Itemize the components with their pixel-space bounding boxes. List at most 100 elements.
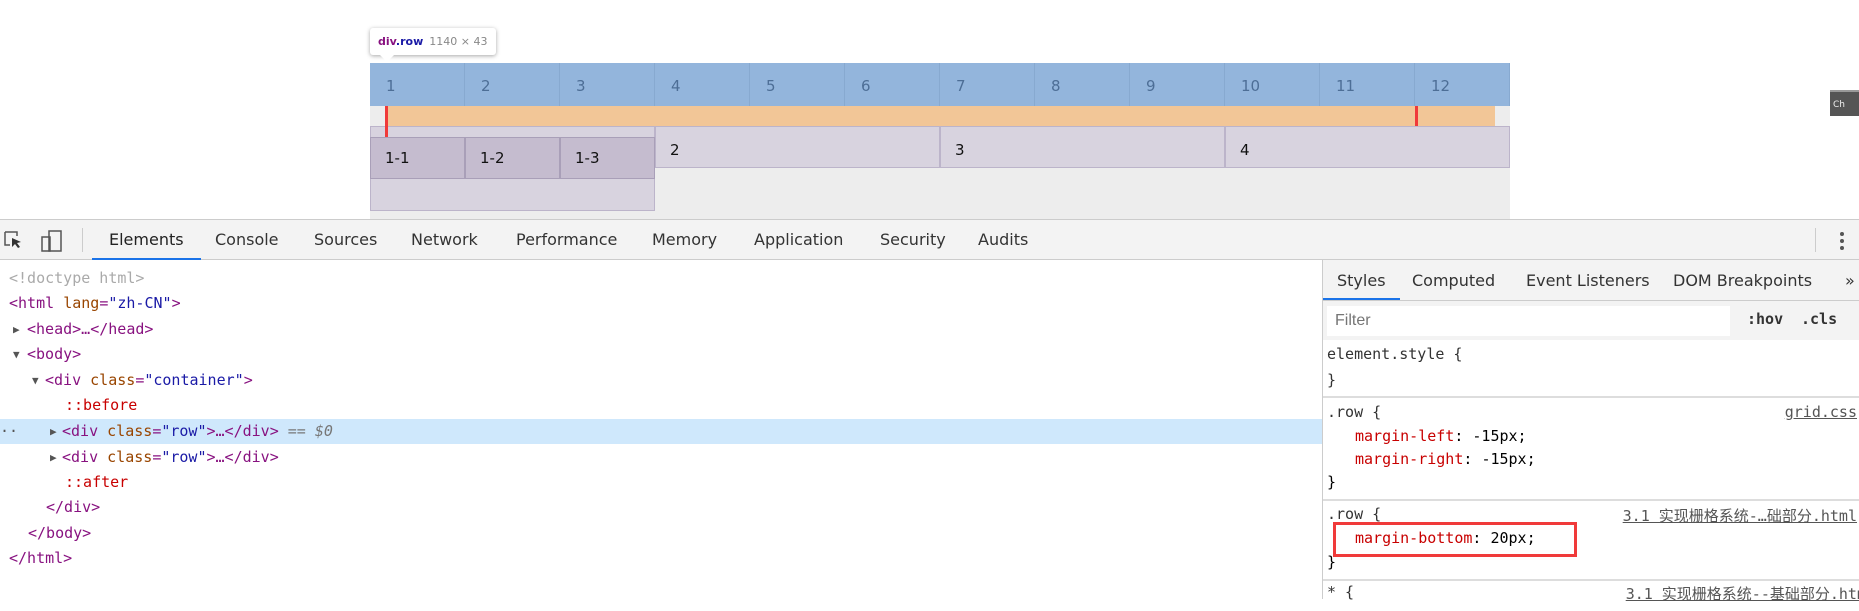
class-toggle[interactable]: .cls xyxy=(1801,310,1837,328)
dom-line-row[interactable]: ▶ <div class="row">…</div> xyxy=(0,445,1322,470)
property-name[interactable]: margin-right xyxy=(1355,450,1463,468)
styles-filter-input[interactable] xyxy=(1327,306,1730,336)
tab-security[interactable]: Security xyxy=(863,220,963,260)
attr-value: "container" xyxy=(144,371,244,389)
tab-event-listeners[interactable]: Event Listeners xyxy=(1512,260,1664,302)
collapse-triangle-icon[interactable]: ▼ xyxy=(32,368,39,393)
device-toolbar-icon[interactable] xyxy=(40,230,64,252)
tab-application[interactable]: Application xyxy=(737,220,860,260)
attr: class xyxy=(90,371,136,389)
grid-column-4: 4 xyxy=(655,63,750,106)
pseudo-element: ::before xyxy=(65,396,138,414)
elements-dom-tree: <!doctype html> <html lang="zh-CN"> ▶ <he… xyxy=(0,260,1322,599)
selector: .row { xyxy=(1327,403,1382,421)
grid-column-5: 5 xyxy=(750,63,845,106)
attr-value: "row" xyxy=(161,422,207,440)
dom-line-after[interactable]: ::after xyxy=(0,470,1322,495)
expand-triangle-icon[interactable]: ▶ xyxy=(50,419,57,444)
grid-column-6: 6 xyxy=(845,63,940,106)
attr: class xyxy=(107,448,153,466)
tag: </body> xyxy=(28,524,92,542)
attr: class xyxy=(107,422,153,440)
source-link[interactable]: grid.css xyxy=(1785,403,1857,421)
expand-triangle-icon[interactable]: ▶ xyxy=(13,317,20,342)
tab-elements[interactable]: Elements xyxy=(92,220,201,260)
sidebar-tabs: Styles Computed Event Listeners DOM Breakpo… xyxy=(1323,260,1859,301)
red-annotation-box xyxy=(1333,522,1577,557)
tag: <body> xyxy=(27,345,82,363)
attr-value: "row" xyxy=(161,448,207,466)
more-options-icon[interactable] xyxy=(1838,230,1846,252)
grid-column-2: 2 xyxy=(655,126,940,168)
property-name[interactable]: margin-left xyxy=(1355,427,1454,445)
dom-line-head[interactable]: ▶ <head>…</head> xyxy=(0,317,1322,342)
dom-line-container[interactable]: ▼ <div class="container"> xyxy=(0,368,1322,393)
dom-line-body[interactable]: ▼ <body> xyxy=(0,342,1322,367)
tab-console[interactable]: Console xyxy=(198,220,296,260)
css-rule-universal[interactable]: * { 3.1 实现栅格系统--基础部分.htm xyxy=(1327,583,1859,603)
tag: <div xyxy=(62,448,99,466)
attr: lang xyxy=(63,294,100,312)
dom-line-doctype[interactable]: <!doctype html> xyxy=(0,266,1322,291)
tag: <div xyxy=(45,371,82,389)
tab-network[interactable]: Network xyxy=(394,220,495,260)
grid-column-11: 11 xyxy=(1320,63,1415,106)
grid-column-3: 3 xyxy=(940,126,1225,168)
source-link[interactable]: 3.1 实现栅格系统-…础部分.html xyxy=(1623,505,1857,526)
tab-sources[interactable]: Sources xyxy=(297,220,394,260)
element-style-rule[interactable]: element.style { } xyxy=(1323,342,1859,398)
tooltip-class: .row xyxy=(395,35,424,48)
grid-column-9: 9 xyxy=(1130,63,1225,106)
tag: >…</div> xyxy=(206,422,279,440)
brace: } xyxy=(1327,473,1337,491)
collapse-triangle-icon[interactable]: ▼ xyxy=(13,342,20,367)
nested-column-1-2: 1-2 xyxy=(465,137,560,179)
side-badge: Ch xyxy=(1830,90,1859,116)
tag: <head>…</head> xyxy=(27,320,154,338)
attr-value: "zh-CN" xyxy=(108,294,172,312)
selector: .row { xyxy=(1327,505,1382,523)
tab-styles[interactable]: Styles xyxy=(1323,260,1400,300)
grid-column-2: 2 xyxy=(465,63,560,106)
pseudo-element: ::after xyxy=(65,473,129,491)
nested-column-1-3: 1-3 xyxy=(560,137,655,179)
grid-column-7: 7 xyxy=(940,63,1035,106)
source-link[interactable]: 3.1 实现栅格系统--基础部分.htm xyxy=(1626,583,1859,603)
toolbar-divider xyxy=(82,228,83,252)
dom-line-before[interactable]: ::before xyxy=(0,393,1322,418)
element-tooltip: div.row 1140 × 43 xyxy=(370,28,496,62)
selected-marker: == $0 xyxy=(287,422,333,440)
grid-column-3: 3 xyxy=(560,63,655,106)
grid-column-12: 12 xyxy=(1415,63,1510,106)
tooltip-size: 1140 × 43 xyxy=(429,35,488,48)
hover-state-toggle[interactable]: :hov xyxy=(1747,310,1783,328)
tab-computed[interactable]: Computed xyxy=(1398,260,1509,302)
selector: * { xyxy=(1327,583,1355,601)
tag: <div xyxy=(62,422,99,440)
tab-performance[interactable]: Performance xyxy=(499,220,634,260)
css-rule-inline[interactable]: .row {3.1 实现栅格系统-…础部分.html margin-bottom… xyxy=(1323,503,1859,581)
inspect-element-icon[interactable] xyxy=(3,230,23,250)
toolbar-divider xyxy=(1815,228,1816,252)
tooltip-tag: div xyxy=(378,35,396,48)
grid-column-8: 8 xyxy=(1035,63,1130,106)
tab-dom-breakpoints[interactable]: DOM Breakpoints xyxy=(1659,260,1826,302)
devtools-toolbar: Elements Console Sources Network Performance… xyxy=(0,219,1859,260)
css-rule-grid[interactable]: .row {grid.css margin-left: -15px; margi… xyxy=(1323,400,1859,501)
grid-column-4: 4 xyxy=(1225,126,1510,168)
dom-line-html-close[interactable]: </html> xyxy=(0,546,1322,571)
property-value[interactable]: -15px; xyxy=(1472,427,1526,445)
brace: } xyxy=(1327,371,1337,389)
grid-column-1: 1 xyxy=(370,63,465,106)
dom-line-div-close[interactable]: </div> xyxy=(0,495,1322,520)
property-value[interactable]: -15px; xyxy=(1481,450,1535,468)
tab-audits[interactable]: Audits xyxy=(961,220,1045,260)
styles-pane: Styles Computed Event Listeners DOM Breakpo… xyxy=(1322,260,1859,603)
dom-line-row-selected[interactable]: ·· ▶ <div class="row">…</div> == $0 xyxy=(0,419,1322,444)
tag: <html xyxy=(9,294,55,312)
tab-more[interactable]: » xyxy=(1831,260,1859,302)
dom-line-html[interactable]: <html lang="zh-CN"> xyxy=(0,291,1322,316)
dom-line-body-close[interactable]: </body> xyxy=(0,521,1322,546)
tab-memory[interactable]: Memory xyxy=(635,220,734,260)
expand-triangle-icon[interactable]: ▶ xyxy=(50,445,57,470)
